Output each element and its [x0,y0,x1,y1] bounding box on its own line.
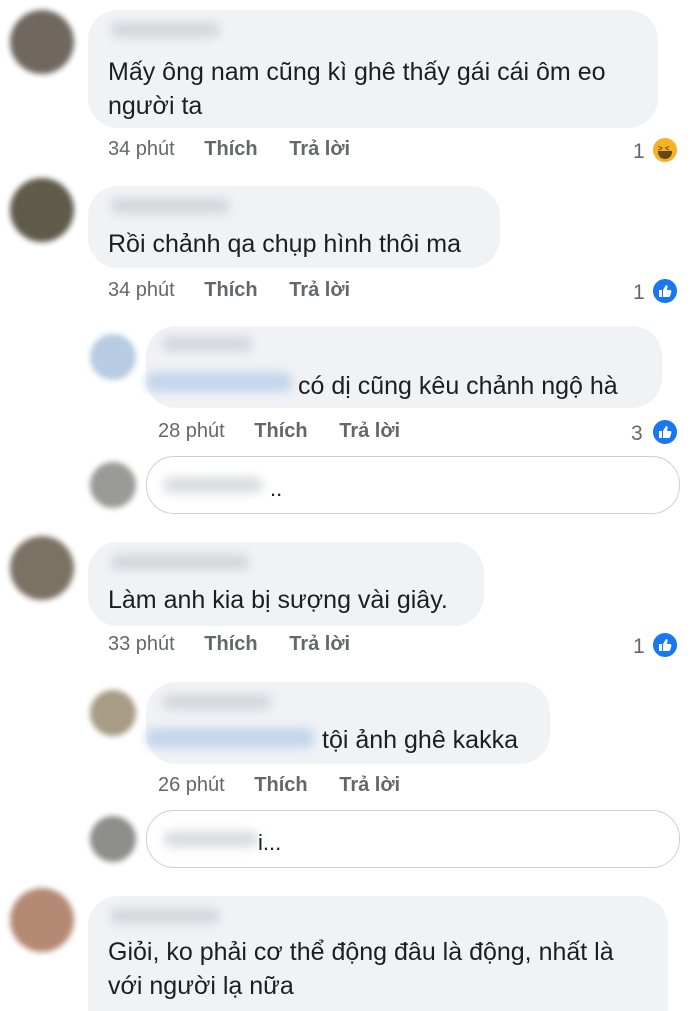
author-name[interactable] [110,22,220,38]
author-name[interactable] [110,554,250,570]
reply-input-text[interactable]: .. [270,476,282,502]
comment-text: với người lạ nữa [108,972,294,1000]
reply-input-text[interactable]: i... [258,830,281,856]
comment-meta: 34 phút Thích Trả lời [108,138,350,161]
avatar[interactable] [10,178,74,242]
timestamp[interactable]: 26 phút [158,774,225,796]
comment-text: tội ảnh ghê kakka [322,726,518,754]
reply-button[interactable]: Trả lời [339,420,400,442]
comment-meta: 28 phút Thích Trả lời [158,420,400,443]
reaction-count[interactable]: 1 [633,140,645,164]
avatar [90,816,136,862]
comment-text: Rồi chảnh qa chụp hình thôi ma [108,230,462,258]
mention-tag [163,477,263,493]
comment-meta: 34 phút Thích Trả lời [108,279,350,302]
avatar[interactable] [90,690,136,736]
like-icon [651,418,679,446]
timestamp[interactable]: 34 phút [108,138,175,160]
like-icon [651,277,679,305]
mention-tag [163,831,259,847]
timestamp[interactable]: 34 phút [108,279,175,301]
reaction-count[interactable]: 1 [633,281,645,305]
reaction-count[interactable]: 1 [633,635,645,659]
like-button[interactable]: Thích [254,420,307,442]
reply-button[interactable]: Trả lời [289,279,350,301]
comment-text: người ta [108,92,203,120]
comment-meta: 26 phút Thích Trả lời [158,774,400,797]
like-button[interactable]: Thích [204,633,257,655]
author-name[interactable] [162,336,252,352]
mention-link[interactable] [146,728,314,748]
reply-button[interactable]: Trả lời [339,774,400,796]
comment-text: Mấy ông nam cũng kì ghê thấy gái cái ôm … [108,58,606,86]
author-name[interactable] [110,198,230,214]
like-icon [651,631,679,659]
reaction-count[interactable]: 3 [631,422,643,446]
avatar[interactable] [10,536,74,600]
reply-button[interactable]: Trả lời [289,138,350,160]
like-button[interactable]: Thích [204,279,257,301]
like-button[interactable]: Thích [204,138,257,160]
author-name[interactable] [162,694,272,710]
comment-text: có dị cũng kêu chảnh ngộ hà [298,372,618,400]
comment-text: Làm anh kia bị sượng vài giây. [108,586,448,614]
haha-icon: > < [651,136,679,164]
like-button[interactable]: Thích [254,774,307,796]
avatar[interactable] [90,334,136,380]
author-name[interactable] [110,908,220,924]
avatar[interactable] [10,888,74,952]
avatar[interactable] [10,10,74,74]
timestamp[interactable]: 33 phút [108,633,175,655]
comment-text: Giỏi, ko phải cơ thể động đâu là động, n… [108,938,614,966]
timestamp[interactable]: 28 phút [158,420,225,442]
reply-button[interactable]: Trả lời [289,633,350,655]
avatar [90,462,136,508]
mention-link[interactable] [146,372,292,392]
comment-meta: 33 phút Thích Trả lời [108,633,350,656]
reply-input[interactable] [146,810,680,868]
reply-input[interactable] [146,456,680,514]
